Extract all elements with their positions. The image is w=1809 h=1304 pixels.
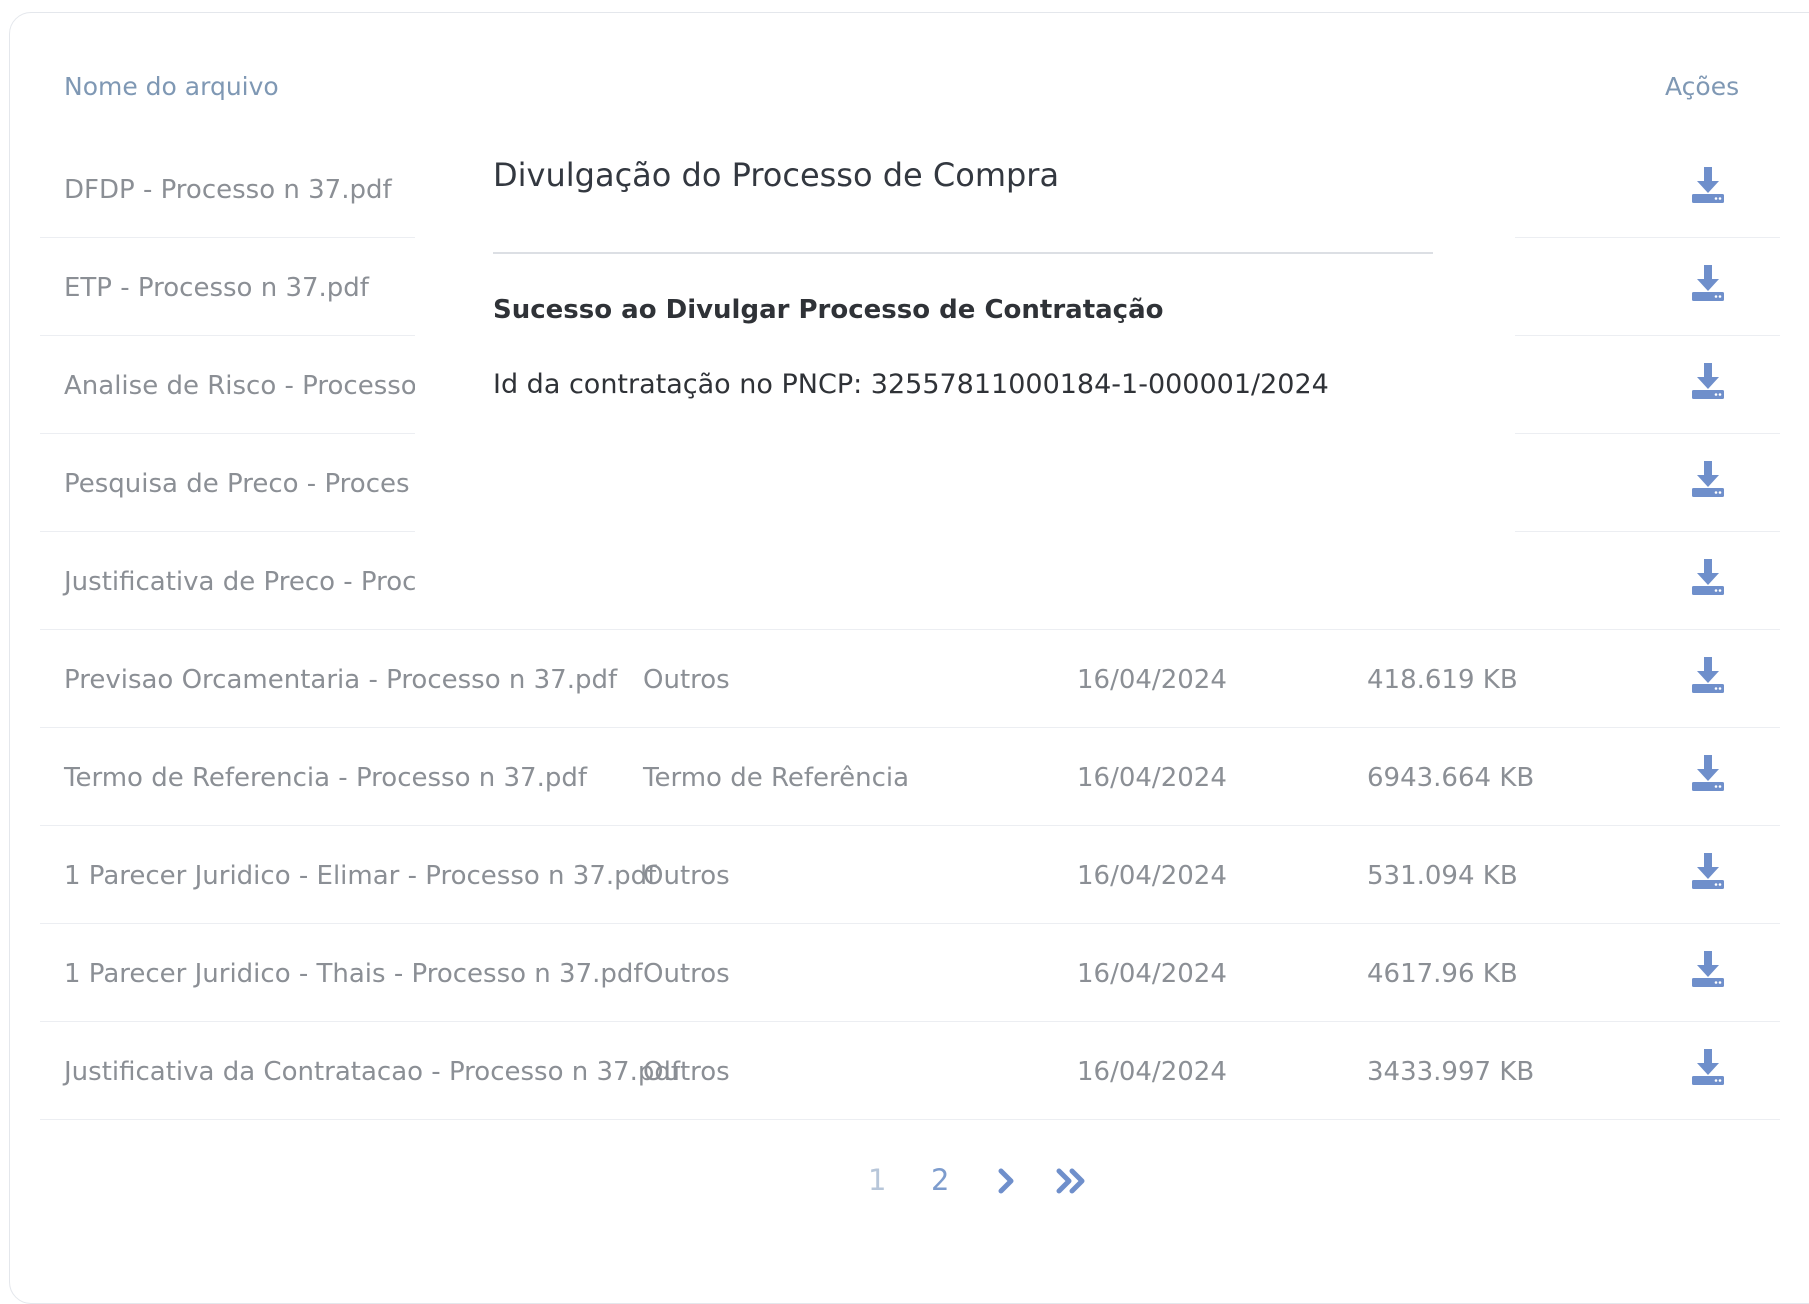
modal-title: Divulgação do Processo de Compra	[493, 156, 1060, 194]
file-date-cell: 16/04/2024	[1077, 665, 1227, 695]
page-2[interactable]: 2	[931, 1163, 949, 1197]
file-name-cell: Justificativa da Contratacao - Processo …	[64, 1057, 681, 1087]
modal-pncp-id: Id da contratação no PNCP: 3255781100018…	[493, 369, 1329, 400]
file-name-cell: Justificativa de Preco - Proc	[64, 567, 417, 597]
publish-modal: Divulgação do Processo de Compra Sucesso…	[415, 109, 1515, 629]
table-row: 1 Parecer Juridico - Thais - Processo n …	[40, 923, 1780, 1022]
file-date-cell: 16/04/2024	[1077, 1057, 1227, 1087]
file-type-cell: Outros	[643, 1057, 730, 1087]
chevron-right-icon[interactable]	[995, 1168, 1017, 1198]
download-icon[interactable]	[1690, 557, 1726, 597]
file-size-cell: 6943.664 KB	[1367, 763, 1535, 793]
table-row: Previsao Orcamentaria - Processo n 37.pd…	[40, 629, 1780, 728]
file-date-cell: 16/04/2024	[1077, 959, 1227, 989]
file-name-cell: DFDP - Processo n 37.pdf	[64, 175, 392, 205]
file-type-cell: Outros	[643, 959, 730, 989]
download-icon[interactable]	[1690, 1047, 1726, 1087]
modal-divider	[493, 252, 1433, 254]
file-size-cell: 3433.997 KB	[1367, 1057, 1535, 1087]
file-name-cell: Termo de Referencia - Processo n 37.pdf	[64, 763, 588, 793]
file-name-cell: Analise de Risco - Processo	[64, 371, 417, 401]
table-row: 1 Parecer Juridico - Elimar - Processo n…	[40, 825, 1780, 924]
file-size-cell: 4617.96 KB	[1367, 959, 1518, 989]
file-name-cell: 1 Parecer Juridico - Elimar - Processo n…	[64, 861, 657, 891]
file-name-cell: Previsao Orcamentaria - Processo n 37.pd…	[64, 665, 618, 695]
file-date-cell: 16/04/2024	[1077, 861, 1227, 891]
file-type-cell: Outros	[643, 861, 730, 891]
download-icon[interactable]	[1690, 459, 1726, 499]
file-size-cell: 531.094 KB	[1367, 861, 1518, 891]
file-name-cell: Pesquisa de Preco - Proces	[64, 469, 410, 499]
file-name-cell: 1 Parecer Juridico - Thais - Processo n …	[64, 959, 643, 989]
download-icon[interactable]	[1690, 263, 1726, 303]
file-date-cell: 16/04/2024	[1077, 763, 1227, 793]
download-icon[interactable]	[1690, 851, 1726, 891]
download-icon[interactable]	[1690, 949, 1726, 989]
download-icon[interactable]	[1690, 655, 1726, 695]
column-header-name: Nome do arquivo	[64, 72, 279, 101]
table-row: Justificativa da Contratacao - Processo …	[40, 1021, 1780, 1120]
download-icon[interactable]	[1690, 361, 1726, 401]
file-type-cell: Outros	[643, 665, 730, 695]
table-row: Termo de Referencia - Processo n 37.pdf T…	[40, 727, 1780, 826]
page-1[interactable]: 1	[868, 1163, 886, 1197]
download-icon[interactable]	[1690, 165, 1726, 205]
file-type-cell: Termo de Referência	[643, 763, 910, 793]
file-name-cell: ETP - Processo n 37.pdf	[64, 273, 369, 303]
modal-success-message: Sucesso ao Divulgar Processo de Contrata…	[493, 295, 1164, 325]
double-chevron-right-icon[interactable]	[1054, 1168, 1088, 1198]
download-icon[interactable]	[1690, 753, 1726, 793]
file-size-cell: 418.619 KB	[1367, 665, 1518, 695]
column-header-actions: Ações	[1665, 72, 1740, 101]
